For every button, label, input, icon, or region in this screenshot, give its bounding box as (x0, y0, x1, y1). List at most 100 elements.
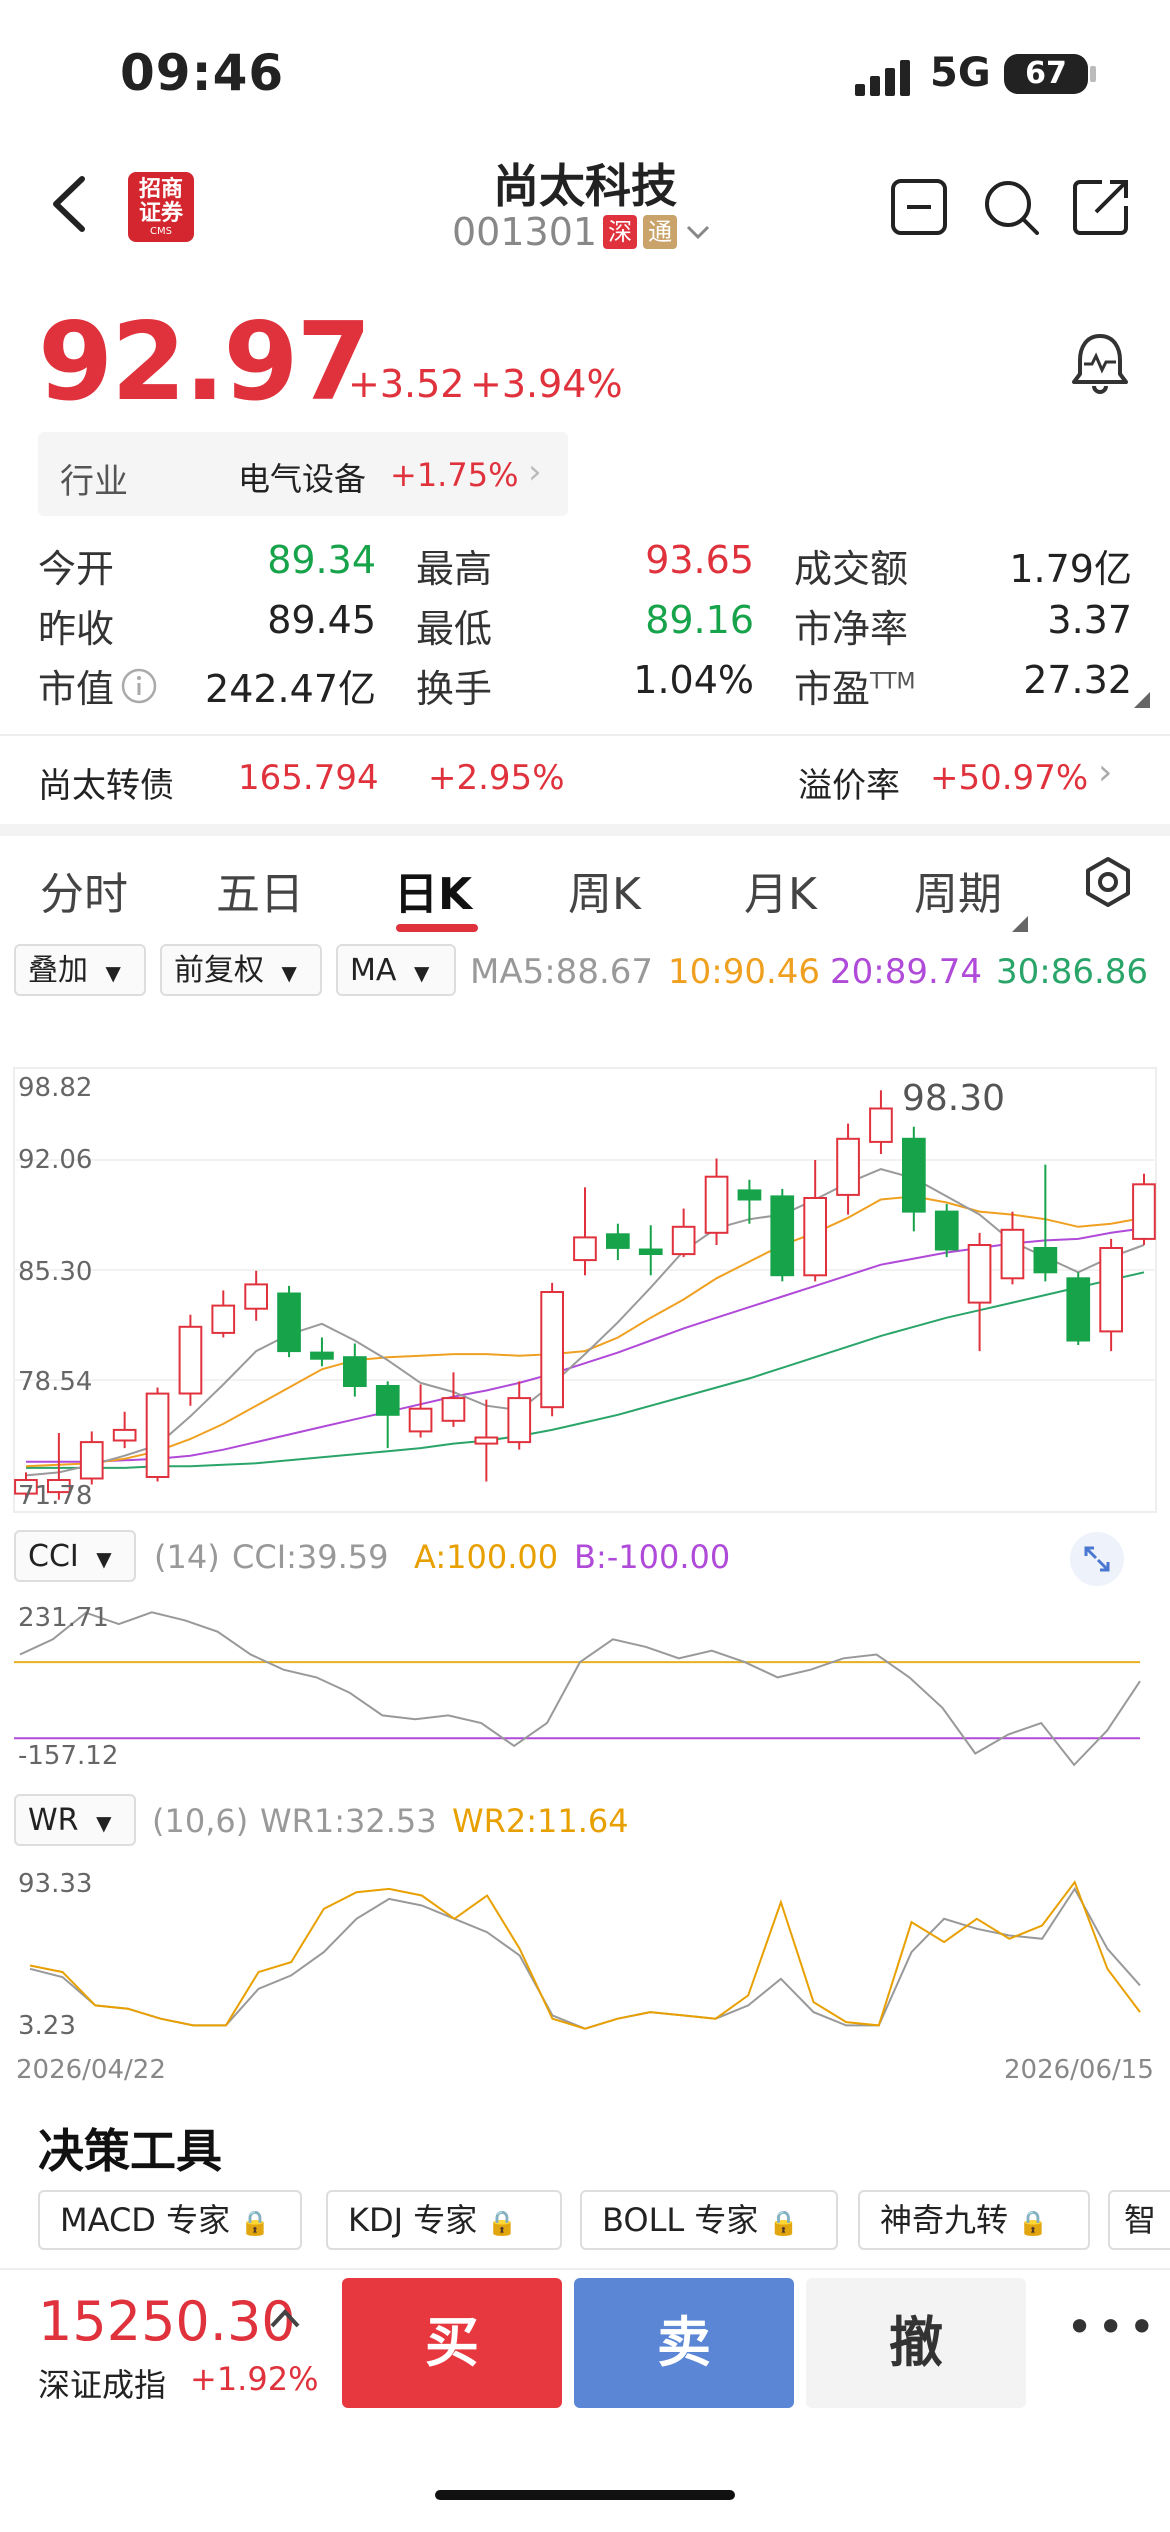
cancel-order-button[interactable]: 撤 (806, 2278, 1026, 2408)
battery-tip (1090, 66, 1096, 82)
connect-tag: 通 (643, 215, 678, 249)
expand-icon[interactable] (1070, 1532, 1124, 1586)
stock-code-row[interactable]: 001301 深 通 (452, 210, 713, 254)
candle-body (704, 1175, 729, 1234)
tool-kdj-label: KDJ 专家 (348, 2201, 478, 2239)
tool-kdj[interactable]: KDJ 专家 🔒 (326, 2190, 562, 2250)
wr-dropdown[interactable]: WR ▼ (14, 1794, 136, 1846)
candle-body (211, 1304, 236, 1334)
settings-gear-icon[interactable] (1082, 856, 1134, 908)
candle-body (671, 1225, 696, 1256)
turnover-rate-label: 换手 (416, 667, 493, 711)
search-icon[interactable] (982, 178, 1040, 236)
candle-body (507, 1397, 532, 1444)
high-label: 最高 (416, 547, 493, 591)
prev-close-label: 昨收 (38, 607, 115, 651)
price-alert-bell-icon[interactable] (1070, 330, 1130, 396)
candle-body (1099, 1247, 1124, 1333)
cci-chart[interactable]: 231.71 -157.12 (0, 1598, 1170, 1780)
tab-monthly-k[interactable]: 月K (744, 858, 817, 922)
info-icon[interactable] (120, 667, 158, 705)
candle-body (638, 1248, 663, 1255)
candle-body (145, 1392, 170, 1479)
candle-body (869, 1107, 893, 1143)
candle-body (967, 1244, 992, 1304)
low-value: 89.16 (645, 598, 754, 642)
y-tick-4: 78.54 (18, 1367, 92, 1397)
tool-td-nine[interactable]: 神奇九转 🔒 (858, 2190, 1090, 2250)
tool-smart[interactable]: 智 (1108, 2190, 1170, 2250)
chevron-right-icon: › (528, 452, 542, 492)
tool-boll-label: BOLL 专家 (602, 2201, 759, 2239)
cci-dropdown[interactable]: CCI ▼ (14, 1530, 136, 1582)
tool-macd[interactable]: MACD 专家 🔒 (38, 2190, 302, 2250)
active-tab-indicator (396, 924, 478, 932)
y-tick-3: 85.30 (18, 1257, 92, 1287)
caret-down-icon: ▼ (105, 961, 121, 985)
home-indicator[interactable] (435, 2490, 735, 2500)
candle-body (79, 1441, 104, 1480)
candle-body (770, 1195, 795, 1277)
wr1-value: WR1:32.53 (260, 1802, 437, 1840)
overlay-dropdown[interactable]: 叠加 ▼ (14, 944, 146, 996)
expand-corner-icon[interactable] (1134, 692, 1150, 708)
ma-dropdown[interactable]: MA ▼ (336, 944, 456, 996)
mcap-label-group[interactable]: 市值 (38, 658, 158, 713)
y-tick-top: 98.82 (18, 1073, 92, 1103)
ma10-legend: 10:90.46 (668, 952, 821, 992)
share-icon[interactable] (1072, 178, 1130, 236)
candle-body (474, 1436, 499, 1445)
chevron-down-icon (687, 225, 710, 240)
minimize-window-icon[interactable] (890, 178, 948, 236)
adjust-dropdown[interactable]: 前复权 ▼ (160, 944, 322, 996)
x-axis-end-date: 2026/06/15 (1004, 2055, 1154, 2085)
pe-value: 27.32 (1023, 658, 1132, 702)
bond-label[interactable]: 尚太转债 (38, 758, 174, 807)
network-type: 5G (930, 50, 991, 96)
buy-button[interactable]: 买 (342, 2278, 562, 2408)
index-pct: +1.92% (190, 2360, 319, 2398)
battery-icon: 67 (1004, 54, 1088, 94)
index-name: 深证成指 (38, 2366, 167, 2404)
candle-body (540, 1291, 564, 1409)
sell-button[interactable]: 卖 (574, 2278, 794, 2408)
more-menu-icon[interactable]: ••• (1066, 2300, 1159, 2354)
tool-boll[interactable]: BOLL 专家 🔒 (580, 2190, 838, 2250)
divider (0, 734, 1170, 736)
candle-body (1132, 1183, 1156, 1240)
pb-value: 3.37 (1047, 598, 1132, 642)
section-gap (0, 824, 1170, 836)
caret-down-icon: ▼ (413, 961, 430, 985)
pb-label: 市净率 (794, 607, 909, 651)
candle-body (737, 1189, 762, 1201)
industry-name: 电气设备 (238, 460, 367, 498)
premium-value: +50.97% (930, 758, 1089, 798)
wr-chart[interactable]: 93.33 3.23 (0, 1862, 1170, 2048)
kline-chart[interactable]: 98.82 92.06 85.30 78.54 71.78 98.30 (0, 1060, 1170, 1520)
price-change-pct: +3.94% (470, 362, 623, 406)
cci-selector: CCI (28, 1539, 79, 1574)
status-time: 09:46 (120, 44, 285, 102)
tab-intraday[interactable]: 分时 (40, 858, 128, 922)
tab-weekly-k[interactable]: 周K (568, 858, 641, 922)
shenzhen-tag: 深 (603, 215, 638, 249)
candle-body (178, 1325, 203, 1395)
index-value[interactable]: 15250.30 (38, 2290, 296, 2353)
industry-row[interactable]: 行业 电气设备 +1.75% › (38, 432, 568, 516)
candle-body (375, 1385, 400, 1416)
ma-label: MA (350, 953, 397, 988)
lock-icon: 🔒 (768, 2209, 799, 2237)
candle-body (244, 1283, 269, 1310)
cci-b-value: B:-100.00 (574, 1538, 731, 1576)
tab-daily-k[interactable]: 日K (394, 858, 472, 922)
ma30-legend: 30:86.86 (996, 952, 1149, 992)
chevron-up-icon[interactable] (268, 2306, 302, 2330)
mcap-value: 242.47亿 (205, 667, 376, 711)
last-price: 92.97 (38, 300, 372, 425)
logo-small: CMS (150, 226, 172, 237)
tab-five-day[interactable]: 五日 (216, 858, 304, 922)
chevron-right-icon[interactable]: › (1098, 752, 1112, 793)
turnover-value: 1.79亿 (1009, 547, 1132, 591)
tab-period[interactable]: 周期 (914, 858, 1002, 922)
candle-body (310, 1351, 334, 1360)
